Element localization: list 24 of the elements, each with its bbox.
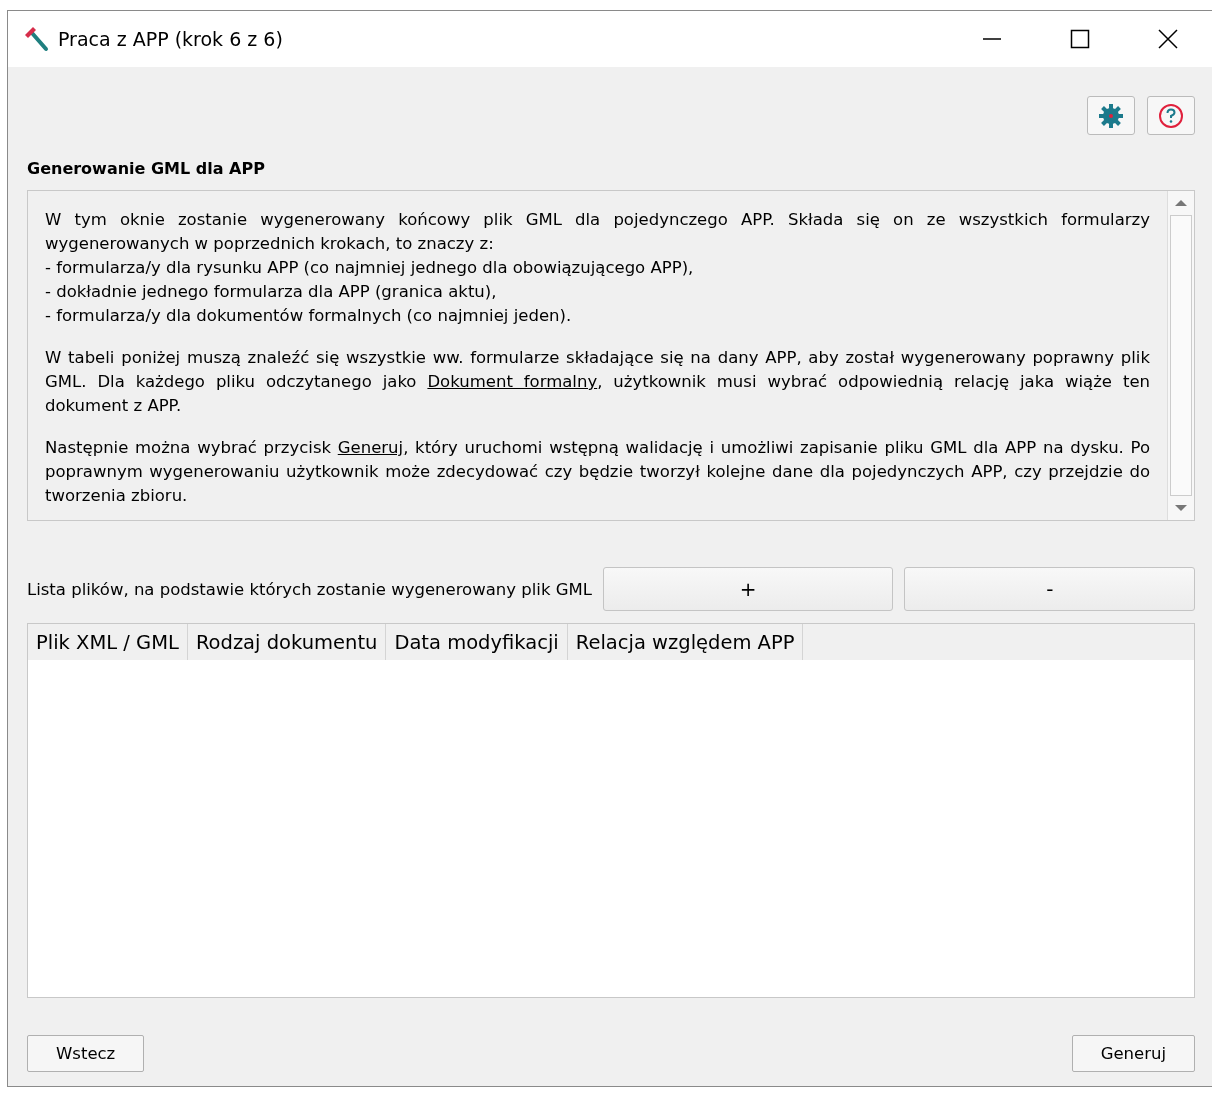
gear-icon bbox=[1098, 102, 1124, 129]
link[interactable]: Dokument formalny bbox=[427, 372, 598, 391]
description-paragraph: W tabeli poniżej muszą znaleźć się wszystkie ww. formularze składające się na dany APP, aby został wygenerowany poprawny plik GML. Dla każdego pliku odczytanego jako Dokument formalny, użytkownik musi wybrać odpowiednią relację jaka wiąże ten dokument z APP. bbox=[45, 347, 1150, 417]
scrollbar[interactable] bbox=[1167, 191, 1194, 520]
description-paragraph: W tym oknie zostanie wygenerowany końcowy plik GML dla pojedynczego APP. Składa się on ze wszystkich formularzy wygenerowanych w poprzednich krokach, to znaczy z: bbox=[45, 209, 1150, 255]
close-icon[interactable] bbox=[1158, 29, 1178, 49]
list-item-text: - formularza/y dla dokumentów formalnych (co najmniej jeden). bbox=[45, 305, 573, 327]
section-heading: Generowanie GML dla APP bbox=[27, 159, 266, 178]
window-title: Praca z APP (krok 6 z 6) bbox=[58, 28, 284, 50]
generate-button[interactable]: Generuj bbox=[1071, 1035, 1195, 1072]
maximize-icon[interactable] bbox=[1070, 29, 1090, 49]
help-button[interactable] bbox=[1147, 96, 1195, 135]
scroll-down-icon[interactable] bbox=[1174, 504, 1188, 512]
add-button[interactable]: + bbox=[602, 567, 894, 611]
scroll-up-icon[interactable] bbox=[1174, 199, 1188, 207]
list-item-text: - formularza/y dla rysunku APP (co najmniej jednego dla obowiązującego APP), bbox=[45, 257, 695, 279]
list-item-text: - dokładnie jednego formularza dla APP (granica aktu), bbox=[45, 281, 498, 303]
settings-button[interactable] bbox=[1087, 96, 1135, 135]
remove-button[interactable]: - bbox=[904, 567, 1195, 611]
files-label: Lista plików, na podstawie których zostanie wygenerowany plik GML bbox=[27, 579, 592, 599]
back-button[interactable]: Wstecz bbox=[27, 1035, 145, 1072]
help-icon bbox=[1158, 102, 1184, 129]
link[interactable]: Generuj bbox=[337, 438, 404, 457]
description-paragraph: Następnie można wybrać przycisk Generuj, który uruchomi wstępną walidację i umożliwi zapisanie pliku GML dla APP na dysku. Po poprawnym wygenerowaniu użytkownik może zdecydować czy będzie tworzył kolejne dane dla pojedynczych APP, czy przejdzie do tworzenia zbioru. bbox=[45, 437, 1150, 507]
